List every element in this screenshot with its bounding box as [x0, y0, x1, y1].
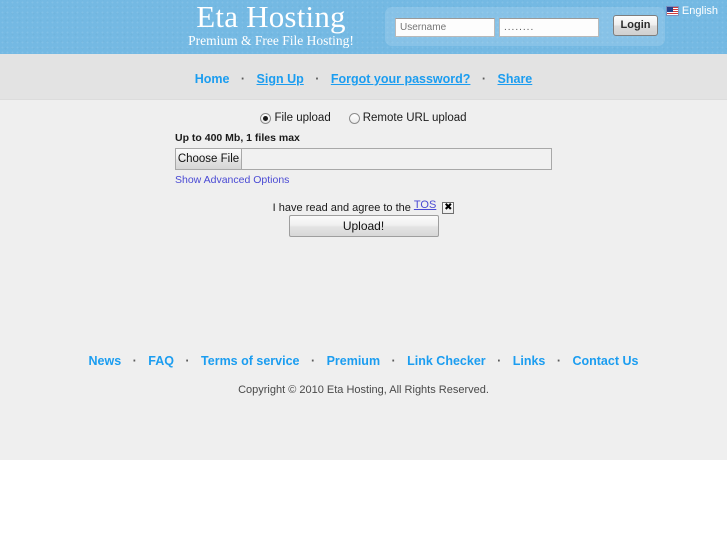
main-content: File upload Remote URL upload Up to 400 … — [0, 100, 727, 237]
copyright-text: Copyright © 2010 Eta Hosting, All Rights… — [238, 384, 489, 396]
upload-panel: Up to 400 Mb, 1 files max Choose File Sh… — [175, 132, 552, 188]
choose-file-button[interactable]: Choose File — [176, 149, 242, 169]
footer-separator: · — [310, 354, 316, 368]
login-button[interactable]: Login — [613, 15, 658, 36]
radio-file-upload[interactable]: File upload — [260, 112, 331, 124]
username-input[interactable] — [395, 18, 495, 37]
radio-label-remote-url: Remote URL upload — [362, 112, 467, 124]
upload-button[interactable]: Upload! — [288, 215, 439, 237]
footer-item-links[interactable]: Links — [513, 354, 546, 368]
nav-item-home[interactable]: Home — [195, 72, 230, 86]
show-advanced-options-link[interactable]: Show Advanced Options — [175, 174, 289, 186]
footer-item-premium[interactable]: Premium — [327, 354, 381, 368]
nav-item-share[interactable]: Share — [498, 72, 533, 86]
upload-button-row: Upload! — [0, 215, 727, 237]
file-input-row[interactable]: Choose File — [175, 148, 552, 170]
password-input[interactable] — [499, 18, 599, 37]
logo-tagline: Premium & Free File Hosting! — [188, 33, 354, 48]
footer-separator: · — [185, 354, 190, 368]
footer-separator: · — [556, 354, 562, 368]
footer-item-news[interactable]: News — [89, 354, 122, 368]
tos-link[interactable]: TOS — [414, 199, 436, 211]
main-navigation: Home · Sign Up · Forgot your password? ·… — [0, 54, 727, 100]
footer-item-contact-us[interactable]: Contact Us — [572, 354, 638, 368]
nav-links: Home · Sign Up · Forgot your password? ·… — [0, 54, 727, 88]
page-root: Eta Hosting Premium & Free File Hosting!… — [0, 0, 727, 545]
radio-dot-icon — [260, 112, 272, 124]
radio-dot-icon — [348, 112, 360, 124]
footer-item-terms-of-service[interactable]: Terms of service — [201, 354, 299, 368]
radio-label-file-upload: File upload — [274, 112, 331, 124]
site-footer: News · FAQ · Terms of service · Premium … — [0, 352, 727, 396]
footer-item-faq[interactable]: FAQ — [148, 354, 174, 368]
login-form: Login — [385, 7, 665, 46]
radio-remote-url-upload[interactable]: Remote URL upload — [348, 112, 467, 124]
language-selector[interactable]: English — [665, 4, 718, 18]
tos-checkbox[interactable] — [442, 202, 455, 214]
nav-item-forgot-password[interactable]: Forgot your password? — [331, 72, 471, 86]
language-label: English — [681, 5, 718, 17]
nav-separator: · — [481, 72, 487, 86]
us-flag-icon — [665, 6, 679, 16]
nav-item-sign-up[interactable]: Sign Up — [257, 72, 304, 86]
footer-item-link-checker[interactable]: Link Checker — [407, 354, 486, 368]
upload-limit-text: Up to 400 Mb, 1 files max — [175, 132, 300, 144]
tos-agreement-row: I have read and agree to the TOS — [0, 199, 727, 214]
nav-separator: · — [240, 72, 246, 86]
nav-separator: · — [315, 72, 320, 86]
tos-text: I have read and agree to the — [272, 202, 411, 214]
site-logo[interactable]: Eta Hosting Premium & Free File Hosting! — [168, 0, 374, 48]
footer-links: News · FAQ · Terms of service · Premium … — [0, 352, 727, 370]
upload-mode-group: File upload Remote URL upload — [0, 100, 727, 124]
footer-separator: · — [391, 354, 396, 368]
logo-title: Eta Hosting — [196, 0, 346, 34]
footer-separator: · — [497, 354, 502, 368]
footer-separator: · — [132, 354, 137, 368]
file-name-display — [242, 149, 551, 169]
site-header: Eta Hosting Premium & Free File Hosting!… — [0, 0, 727, 54]
